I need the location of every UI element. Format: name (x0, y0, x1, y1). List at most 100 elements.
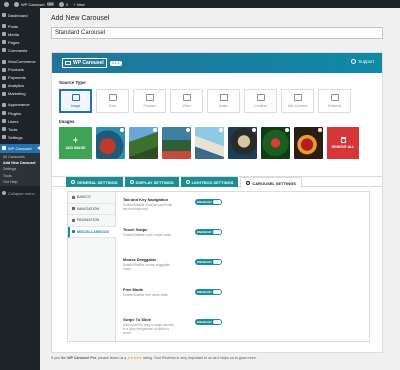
gallery-thumbnail[interactable] (228, 127, 257, 159)
source-type-audio[interactable]: Audio (207, 89, 240, 113)
touch-swipe-toggle[interactable]: ENABLED (195, 229, 222, 235)
wp-carousel-settings-panel: WP Carousel 4.1.2 Support Source Type Im… (51, 52, 383, 353)
gallery-thumbnail[interactable] (129, 127, 158, 159)
video-icon (182, 94, 191, 101)
version-badge: 4.1.2 (109, 60, 122, 66)
product-icon (145, 94, 154, 101)
menu-label: Users (8, 118, 19, 124)
miscellaneous-icon (72, 230, 75, 234)
nav-basics[interactable]: BASICS (68, 192, 115, 204)
main-content: Add New Carousel Standard Carousel WP Ca… (40, 8, 400, 370)
wpcp-header: WP Carousel 4.1.2 Support (52, 53, 382, 73)
edit-icon[interactable] (285, 128, 289, 132)
gear-icon (71, 180, 75, 184)
source-type-content[interactable]: Content (244, 89, 277, 113)
image-gallery: + ADD IMAGE REMOVE ALL (59, 127, 359, 159)
source-type-product[interactable]: Product (133, 89, 166, 113)
source-label: Mix-Content (288, 104, 307, 108)
add-image-button[interactable]: + ADD IMAGE (59, 127, 92, 159)
menu-label: Payments (8, 75, 26, 81)
source-type-image[interactable]: Image (59, 89, 92, 113)
tab-display-settings[interactable]: DISPLAY SETTINGS (124, 177, 179, 187)
source-type-external[interactable]: External (318, 89, 351, 113)
lightbox-icon (185, 180, 190, 184)
menu-woocommerce[interactable]: WooCommerce (0, 57, 40, 65)
carousel-title-input[interactable]: Standard Carousel (51, 27, 383, 39)
nav-miscellaneous[interactable]: MISCELLANEOUS (68, 226, 116, 238)
source-type-post[interactable]: Post (96, 89, 129, 113)
tab-lightbox-settings[interactable]: LIGHTBOX SETTINGS (180, 177, 239, 187)
menu-posts[interactable]: Posts (0, 22, 40, 30)
gallery-thumbnail[interactable] (294, 127, 323, 159)
card-icon (2, 75, 6, 80)
edit-icon[interactable] (252, 128, 256, 132)
edit-icon[interactable] (186, 128, 190, 132)
gallery-thumbnail[interactable] (162, 127, 191, 159)
dashboard-icon (2, 13, 6, 18)
admin-bar: WP Carousel Live 0 + New (0, 0, 400, 8)
menu-label: Appearance (8, 102, 30, 108)
menu-marketing[interactable]: Marketing (0, 90, 40, 98)
source-label: Image (70, 104, 81, 108)
gallery-thumbnail[interactable] (261, 127, 290, 159)
admin-bar-site[interactable]: WP Carousel Live (14, 1, 55, 7)
menu-label: Analytics (8, 83, 25, 89)
support-link[interactable]: Support (351, 59, 374, 64)
gallery-thumbnail[interactable] (195, 127, 224, 159)
admin-bar-comments[interactable]: 0 (59, 1, 68, 7)
footer-brand: WP Carousel Pro (67, 356, 97, 360)
wordpress-logo-icon[interactable] (4, 1, 9, 7)
menu-plugins[interactable]: Plugins (0, 109, 40, 117)
edit-icon[interactable] (153, 128, 157, 132)
footer-text: rating. Your Reviews is very important t… (142, 356, 257, 360)
wrench-icon (2, 127, 6, 132)
menu-appearance[interactable]: Appearance (0, 101, 40, 109)
menu-pages[interactable]: Pages (0, 38, 40, 46)
admin-bar-new[interactable]: + New (73, 2, 84, 7)
edit-icon[interactable] (120, 128, 124, 132)
menu-wp-carousel[interactable]: WP Carousel (0, 144, 40, 153)
content-icon (256, 94, 265, 101)
menu-label: Pages (8, 39, 20, 45)
option-swipe-to-slide: Swipe To Slide Allow users to drag or sw… (123, 317, 233, 347)
tab-carousel-settings[interactable]: CAROUSEL SETTINGS (240, 177, 302, 188)
menu-settings[interactable]: Settings (0, 133, 40, 141)
miscellaneous-options: Tab and Key Navigation Enable/Disable ca… (123, 197, 233, 347)
menu-comments[interactable]: Comments (0, 46, 40, 54)
tab-general-settings[interactable]: GENERAL SETTINGS (66, 177, 123, 187)
menu-products[interactable]: Products (0, 66, 40, 74)
menu-label: Dashboard (8, 12, 28, 18)
edit-icon[interactable] (219, 128, 223, 132)
nav-pagination[interactable]: PAGINATION (68, 215, 115, 227)
collapse-menu-button[interactable]: Collapse menu (0, 189, 40, 197)
menu-label: Tools (8, 126, 18, 132)
remove-all-label: REMOVE ALL (331, 145, 355, 149)
menu-label: Marketing (8, 91, 26, 97)
swipe-to-slide-toggle[interactable]: ENABLED (195, 319, 222, 325)
menu-users[interactable]: Users (0, 117, 40, 125)
remove-all-button[interactable]: REMOVE ALL (327, 127, 359, 159)
carousel-settings-content: BASICS NAVIGATION PAGINATION MISCELLANEO… (67, 191, 370, 342)
wpcp-logo: WP Carousel (62, 58, 107, 68)
lifebuoy-icon (351, 59, 357, 64)
edit-icon[interactable] (318, 128, 322, 132)
source-type-mix-content[interactable]: Mix-Content (281, 89, 314, 113)
tab-label: CAROUSEL SETTINGS (252, 180, 296, 186)
archive-icon (2, 67, 6, 72)
gallery-thumbnail[interactable] (96, 127, 125, 159)
menu-dashboard[interactable]: Dashboard (0, 11, 40, 19)
logo-text: WP Carousel (73, 60, 104, 66)
mouse-draggable-toggle[interactable]: ENABLED (195, 259, 222, 265)
menu-analytics[interactable]: Analytics (0, 82, 40, 90)
tab-key-navigation-toggle[interactable]: ENABLED (195, 199, 222, 205)
menu-payments[interactable]: Payments (0, 74, 40, 82)
user-icon (2, 119, 6, 124)
rating-stars[interactable]: ★★★★★ (127, 356, 142, 360)
source-type-video[interactable]: Video (170, 89, 203, 113)
free-mode-toggle[interactable]: ENABLED (195, 289, 222, 295)
nav-navigation[interactable]: NAVIGATION (68, 204, 115, 215)
submenu-get-help[interactable]: Get Help (0, 179, 40, 185)
menu-media[interactable]: Media (0, 30, 40, 38)
menu-tools[interactable]: Tools (0, 125, 40, 133)
collapse-icon (2, 191, 6, 196)
